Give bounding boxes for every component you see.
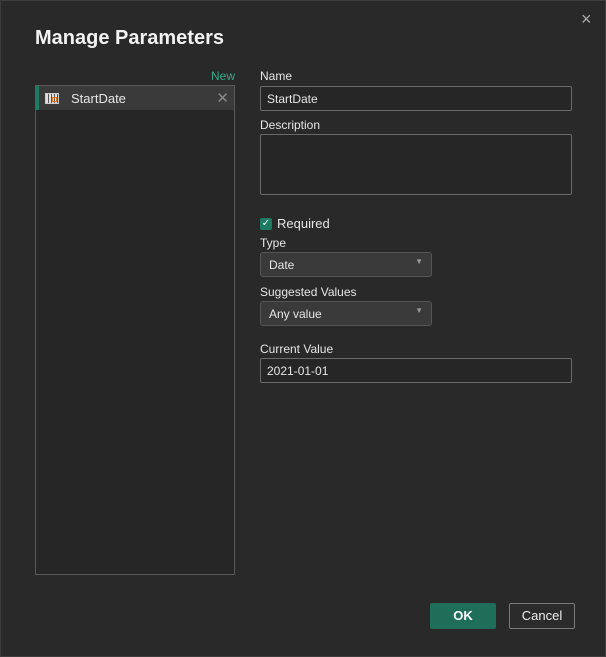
parameter-list: StartDate ✕ — [35, 85, 235, 575]
new-parameter-link[interactable]: New — [211, 69, 235, 83]
type-label: Type — [260, 236, 287, 250]
required-label: Required — [277, 216, 330, 231]
delete-parameter-icon[interactable]: ✕ — [216, 89, 229, 107]
parameter-label: StartDate — [71, 90, 126, 106]
suggested-values-value: Any value — [269, 307, 322, 321]
description-label: Description — [260, 118, 321, 132]
chevron-down-icon: ▼ — [415, 306, 423, 315]
manage-parameters-dialog: × Manage Parameters New StartDate ✕ Name… — [0, 0, 606, 657]
close-icon[interactable]: × — [581, 9, 592, 30]
name-input[interactable]: StartDate — [260, 86, 572, 111]
type-select[interactable]: Date ▼ — [260, 252, 432, 277]
table-icon — [45, 92, 59, 104]
parameter-item-startdate[interactable]: StartDate ✕ — [36, 86, 234, 110]
suggested-values-label: Suggested Values — [260, 285, 357, 299]
chevron-down-icon: ▼ — [415, 257, 423, 266]
required-checkbox[interactable]: ✓ — [260, 218, 272, 230]
suggested-values-select[interactable]: Any value ▼ — [260, 301, 432, 326]
current-value-input[interactable]: 2021-01-01 — [260, 358, 572, 383]
ok-button[interactable]: OK — [430, 603, 496, 629]
dialog-title: Manage Parameters — [35, 27, 224, 49]
current-value-label: Current Value — [260, 342, 334, 356]
description-input[interactable] — [260, 134, 572, 195]
type-value: Date — [269, 258, 295, 272]
name-label: Name — [260, 69, 293, 83]
cancel-button[interactable]: Cancel — [509, 603, 575, 629]
